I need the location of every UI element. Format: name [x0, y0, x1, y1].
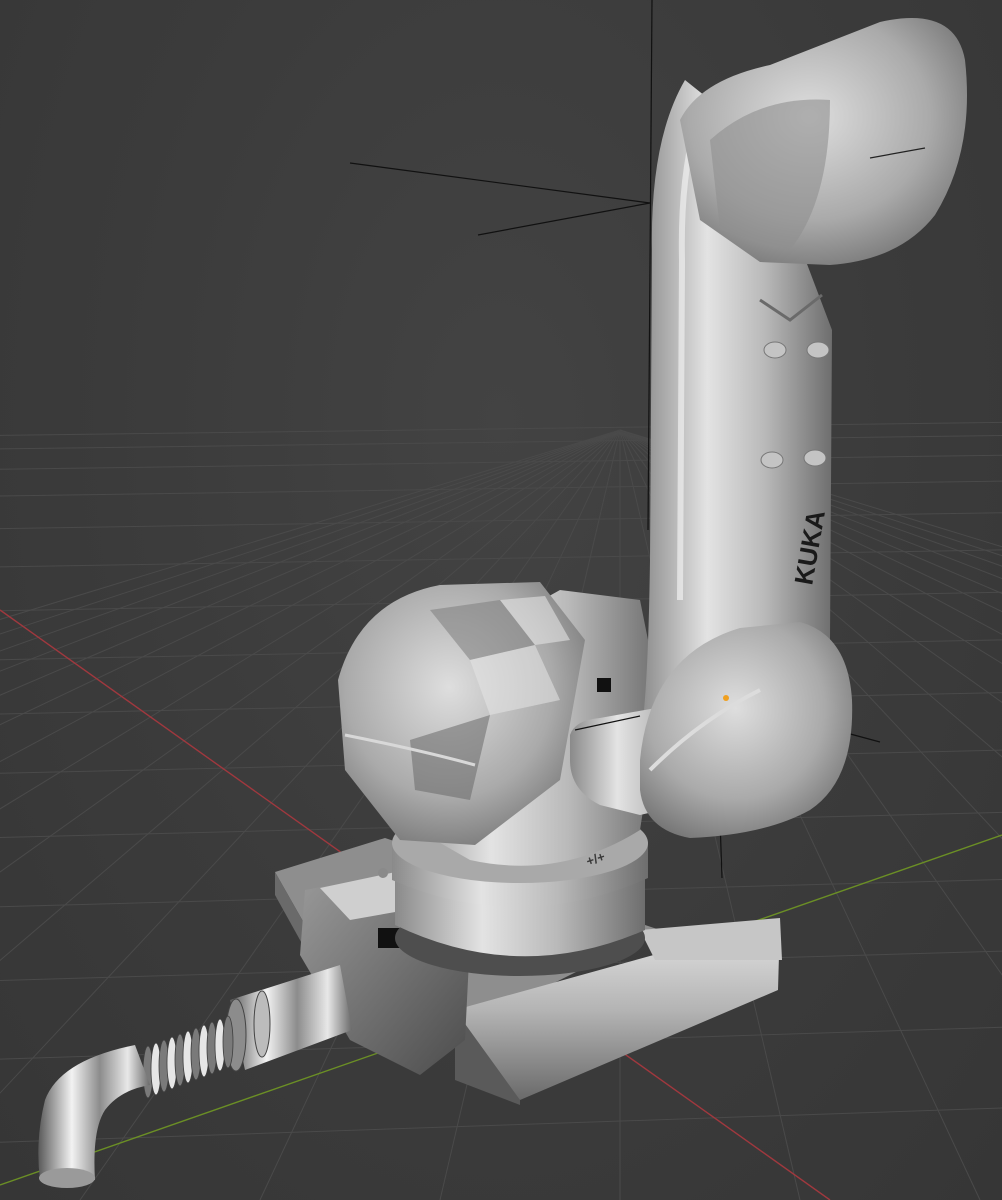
grid-line: [0, 435, 1002, 450]
viewport-canvas[interactable]: KUKA +/+: [0, 0, 1002, 1200]
grid-line: [0, 454, 1002, 470]
bellows-coil: [142, 1015, 234, 1099]
grid-line: [0, 421, 1002, 436]
bellows-ring: [222, 1015, 234, 1069]
wrist-head: [680, 17, 967, 265]
cable-pipe: [38, 965, 352, 1188]
origin-point: [723, 695, 729, 701]
grid-line: [0, 1107, 1002, 1143]
grid-line: [0, 549, 1002, 568]
robot-arm-model[interactable]: KUKA +/+: [38, 17, 967, 1188]
3d-viewport[interactable]: KUKA +/+: [0, 0, 1002, 1200]
